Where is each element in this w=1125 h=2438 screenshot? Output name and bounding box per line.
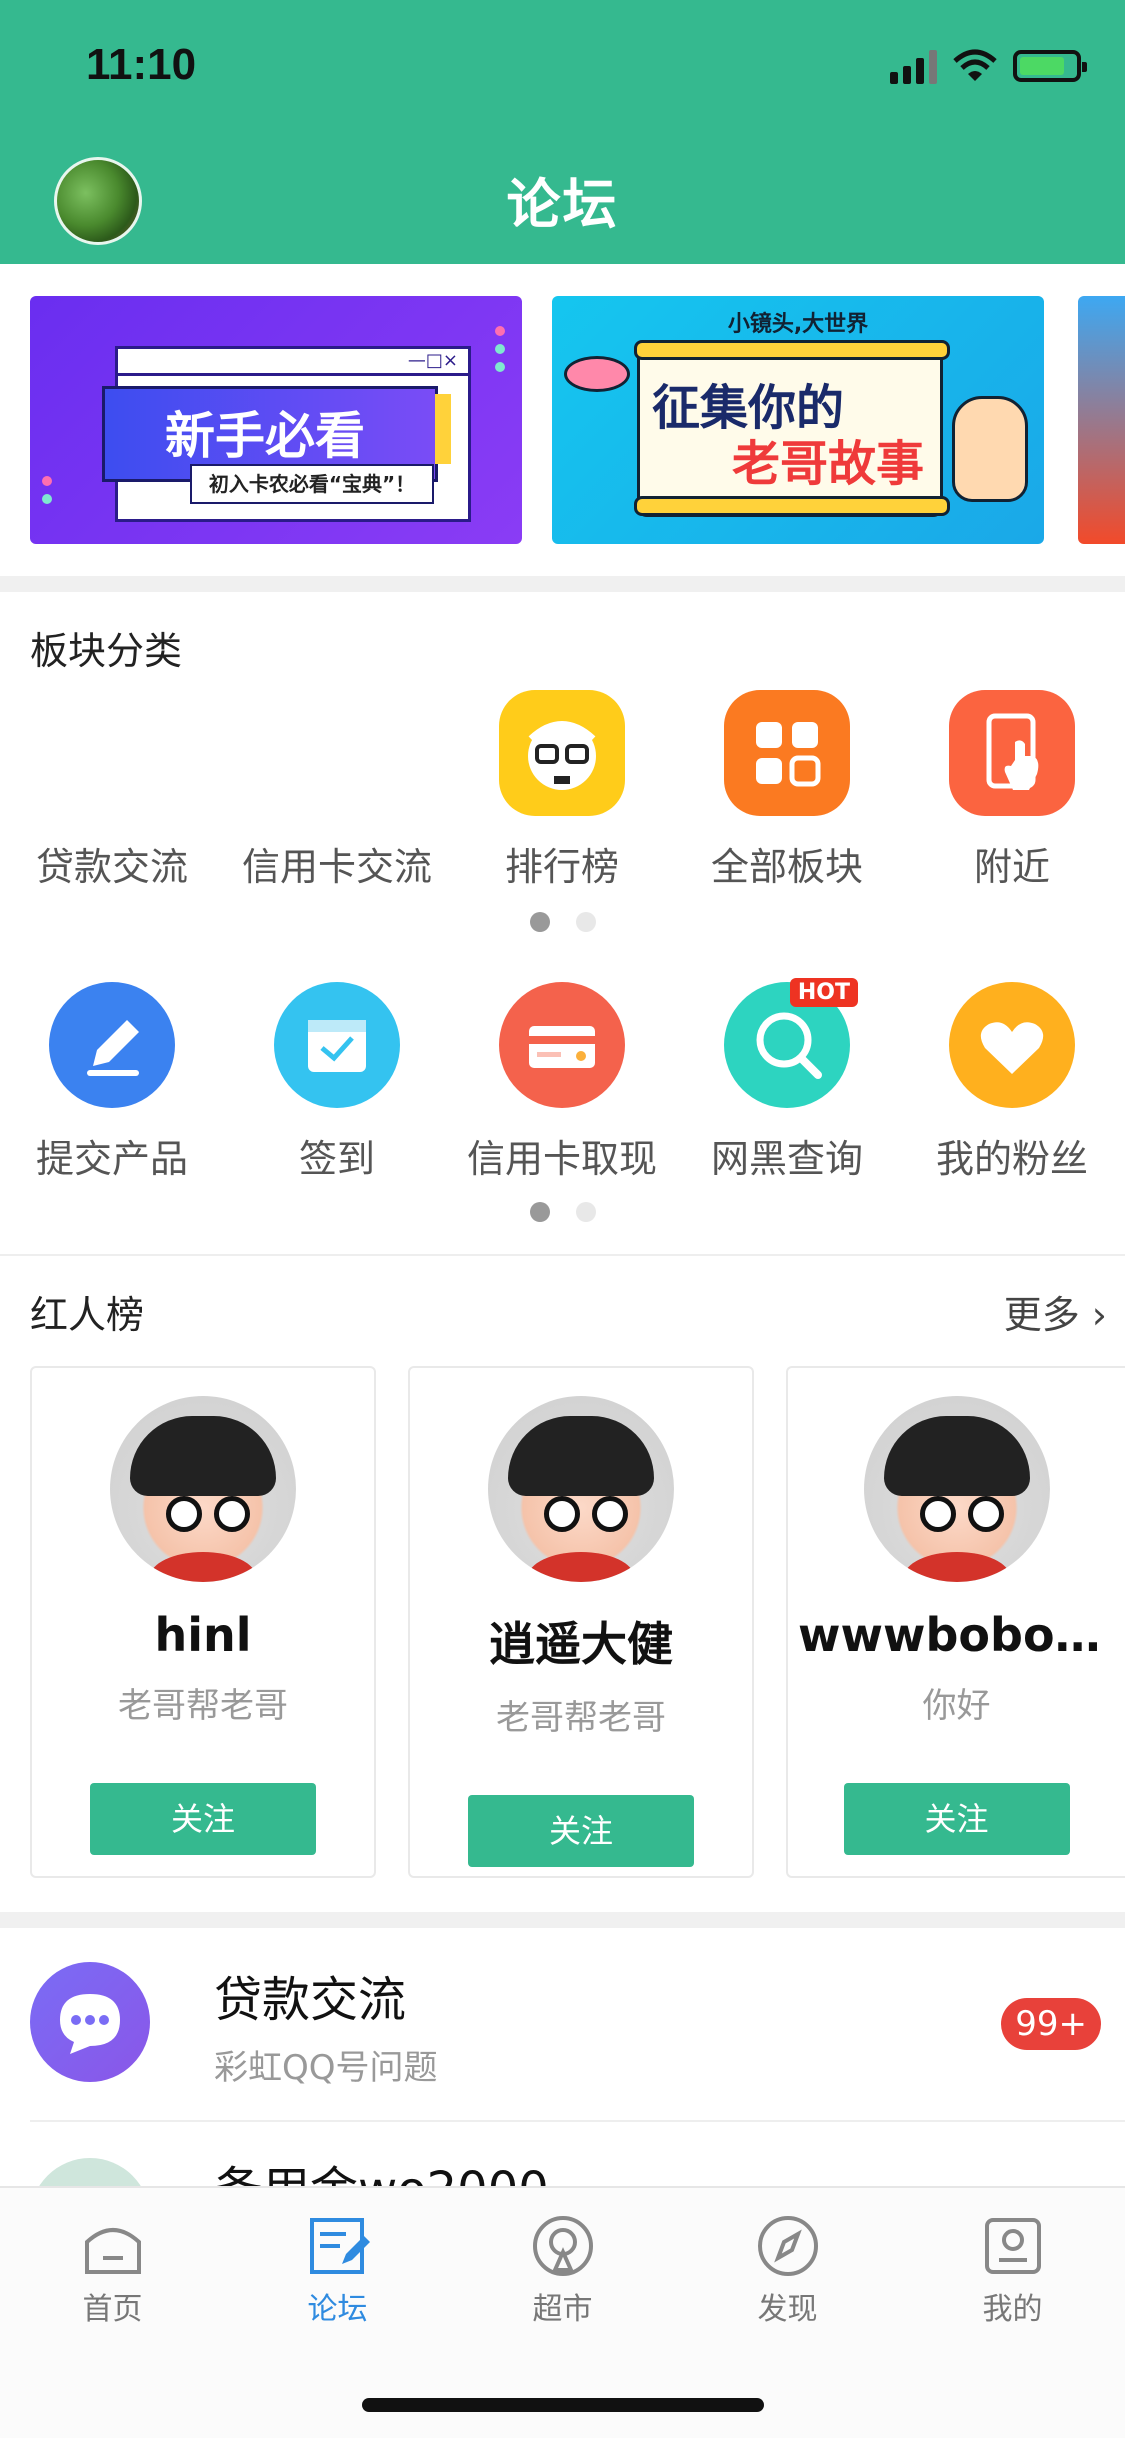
chat-bubble-icon — [30, 1962, 150, 2082]
user-card[interactable]: hinl 老哥帮老哥 关注 — [30, 1366, 376, 1878]
status-icons — [890, 48, 1087, 84]
status-time: 11:10 — [86, 40, 197, 89]
home-indicator[interactable] — [362, 2398, 764, 2412]
credit-card-icon — [499, 982, 625, 1108]
search-magnifier-icon: HOT — [724, 978, 858, 1108]
tab-discover[interactable]: 发现 — [675, 2214, 900, 2328]
profile-icon — [981, 2214, 1045, 2278]
home-icon — [81, 2214, 145, 2278]
edit-pencil-icon — [49, 982, 175, 1108]
tab-market[interactable]: 超市 — [450, 2214, 675, 2328]
app-header: 11:10 论坛 — [0, 0, 1125, 264]
category-my-fans[interactable]: 我的粉丝 — [900, 982, 1124, 1183]
banner-newbie-guide[interactable]: —□× 新手必看 初入卡农必看“宝典”！ — [30, 296, 522, 544]
all-boards-grid-icon — [724, 690, 850, 816]
top-users-title: 红人榜 — [30, 1293, 145, 1337]
banner1-subtitle: 初入卡农必看“宝典”！ — [190, 464, 434, 504]
category-nearby[interactable]: 附近 — [900, 690, 1124, 891]
wifi-icon — [953, 49, 997, 81]
category-leaderboard[interactable]: 排行榜 — [450, 690, 674, 891]
user-card-desc: 老哥帮老哥 — [496, 1698, 666, 1738]
follow-button[interactable]: 关注 — [843, 1783, 1070, 1855]
compass-icon — [756, 2214, 820, 2278]
ufo-icon — [564, 356, 630, 392]
user-card-desc: 你好 — [922, 1686, 991, 1726]
victory-hand-icon — [952, 396, 1028, 502]
user-card-name: hinl — [154, 1608, 252, 1662]
category-loan-exchange[interactable]: 贷款交流 — [0, 816, 224, 891]
tab-home[interactable]: 首页 — [0, 2214, 225, 2328]
banner2-top-text: 小镜头,大世界 — [727, 312, 869, 337]
user-card-avatar — [488, 1396, 674, 1582]
nearby-phone-icon — [949, 690, 1075, 816]
tab-profile[interactable]: 我的 — [900, 2214, 1125, 2328]
heart-icon — [949, 982, 1075, 1108]
forum-icon — [306, 2214, 370, 2278]
forum-item-title[interactable]: 贷款交流 — [214, 1960, 406, 2030]
battery-icon — [1013, 50, 1087, 82]
banner-carousel[interactable]: —□× 新手必看 初入卡农必看“宝典”！ 小镜头,大世界 征集你的 老哥故事 — [0, 296, 1125, 546]
market-icon — [531, 2214, 595, 2278]
unread-badge: 99+ — [1001, 1998, 1101, 2050]
category-credit-card-cash[interactable]: 信用卡取现 — [450, 982, 674, 1183]
category-checkin[interactable]: 签到 — [225, 982, 449, 1183]
category-pager-2 — [0, 1202, 1125, 1222]
tab-forum[interactable]: 论坛 — [225, 2214, 450, 2328]
page-title: 论坛 — [506, 173, 619, 236]
window-controls: —□× — [118, 349, 468, 376]
banner-story-collection[interactable]: 小镜头,大世界 征集你的 老哥故事 — [552, 296, 1044, 544]
more-link[interactable]: 更多 › — [1004, 1284, 1107, 1339]
user-card-desc: 老哥帮老哥 — [118, 1686, 288, 1726]
follow-button[interactable]: 关注 — [90, 1783, 316, 1855]
user-card-name: wwwbobob... — [798, 1608, 1125, 1662]
category-blacklist-query[interactable]: HOT 网黑查询 — [675, 978, 899, 1183]
category-all-boards[interactable]: 全部板块 — [675, 690, 899, 891]
hot-badge: HOT — [789, 978, 858, 1007]
category-credit-card-exchange[interactable]: 信用卡交流 — [225, 816, 449, 891]
cellular-signal-icon — [890, 48, 937, 84]
user-card[interactable]: wwwbobob... 你好 关注 — [786, 1366, 1125, 1878]
user-card[interactable]: 逍遥大健 老哥帮老哥 关注 — [408, 1366, 754, 1878]
follow-button[interactable]: 关注 — [468, 1795, 694, 1867]
category-pager-1 — [0, 912, 1125, 932]
banner2-line2: 老哥故事 — [732, 436, 925, 492]
calendar-check-icon — [274, 982, 400, 1108]
chevron-right-icon: › — [1091, 1293, 1107, 1337]
forum-item-subtitle: 彩虹QQ号问题 — [214, 2048, 438, 2088]
user-card-avatar — [863, 1396, 1050, 1582]
section-gap — [0, 576, 1125, 592]
user-card-name: 逍遥大健 — [489, 1617, 673, 1671]
category-section-title: 板块分类 — [30, 629, 183, 673]
leaderboard-face-icon — [499, 690, 625, 816]
user-card-avatar — [110, 1396, 296, 1582]
banner1-title: 新手必看 — [165, 407, 365, 465]
banner-third[interactable] — [1078, 296, 1125, 544]
category-submit-product[interactable]: 提交产品 — [0, 982, 224, 1183]
